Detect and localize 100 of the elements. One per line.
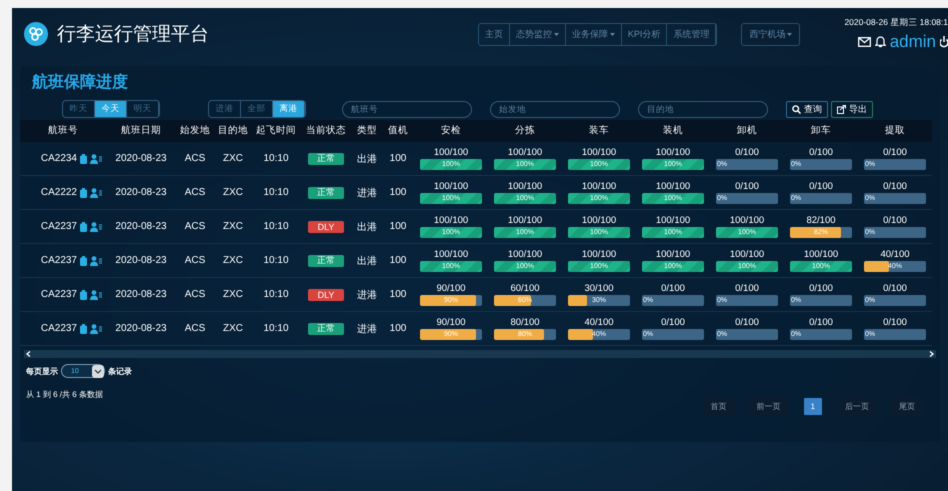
day-tab[interactable]: 明天 (127, 101, 159, 117)
progress-reading: 100/100 (656, 249, 690, 260)
column-header: 类型 (352, 120, 382, 142)
column-header: 航班日期 (106, 120, 176, 142)
progress-reading: 100/100 (656, 181, 690, 192)
status-badge: DLY (308, 288, 344, 300)
page-button[interactable]: 尾页 (892, 398, 922, 415)
table-cell: ACS (176, 278, 214, 312)
progress-reading: 100/100 (434, 147, 468, 158)
person-icon[interactable] (90, 290, 102, 300)
table-cell: ZXC (214, 176, 252, 210)
filter-field[interactable]: 目的地 (638, 100, 768, 118)
progress-reading: 100/100 (508, 181, 542, 192)
progress-reading: 100/100 (656, 147, 690, 158)
nav-item[interactable]: 业务保障 (566, 24, 622, 44)
table-cell: 100 (382, 312, 414, 346)
panel-title: 航班保障进度 (30, 72, 129, 93)
search-icon (792, 104, 801, 114)
progress-reading: 30/100 (584, 283, 614, 294)
table-cell: ZXC (214, 142, 252, 176)
person-icon[interactable] (90, 188, 102, 198)
table-cell: ZXC (214, 312, 252, 346)
progress-reading: 100/100 (804, 249, 838, 260)
person-icon[interactable] (90, 222, 102, 232)
page-size-label: 条记录 (108, 366, 132, 376)
bell-icon[interactable] (874, 35, 886, 48)
column-header: 值机 (382, 120, 414, 142)
column-header: 卸车 (784, 120, 858, 142)
status-badge: 正常 (308, 254, 344, 266)
page-button[interactable]: 首页 (704, 398, 734, 415)
table-cell: 2020-08-23 (106, 142, 176, 176)
nav-item[interactable]: 系统管理 (667, 24, 716, 44)
luggage-icon[interactable] (80, 188, 87, 198)
scroll-right-icon[interactable] (929, 351, 934, 357)
progress-reading: 100/100 (434, 181, 468, 192)
table-cell: ACS (176, 142, 214, 176)
progress-reading: 0/100 (735, 181, 759, 192)
progress-reading: 90/100 (436, 317, 466, 328)
airport-dropdown[interactable]: 西宁机场 (741, 22, 800, 46)
column-header: 安检 (414, 120, 488, 142)
power-icon[interactable] (940, 34, 948, 48)
table-cell: 进港 (352, 176, 382, 210)
direction-tab[interactable]: 进港 (209, 101, 241, 117)
export-icon (837, 104, 846, 114)
table-cell: 进港 (352, 278, 382, 312)
user-name[interactable]: admin (890, 32, 936, 52)
table-cell: 出港 (352, 142, 382, 176)
progress-reading: 0/100 (735, 317, 759, 328)
app-title: 行李运行管理平台 (57, 23, 209, 47)
table-cell: 2020-08-23 (106, 244, 176, 278)
column-header: 卸机 (710, 120, 784, 142)
search-button[interactable]: 查询 (786, 100, 828, 118)
column-header: 始发地 (176, 120, 214, 142)
flight-number: CA2222 (40, 187, 77, 198)
luggage-icon[interactable] (80, 290, 87, 300)
progress-reading: 100/100 (434, 215, 468, 226)
table-cell: ZXC (214, 278, 252, 312)
progress-reading: 100/100 (434, 249, 468, 260)
progress-reading: 100/100 (656, 215, 690, 226)
person-icon[interactable] (90, 324, 102, 334)
nav-item[interactable]: KPI分析 (622, 24, 668, 44)
progress-reading: 0/100 (809, 283, 833, 294)
luggage-icon[interactable] (80, 154, 87, 164)
page-button[interactable]: 前一页 (750, 398, 788, 415)
progress-reading: 0/100 (809, 181, 833, 192)
status-badge: 正常 (308, 322, 344, 334)
table-cell: ZXC (214, 210, 252, 244)
progress-reading: 100/100 (508, 147, 542, 158)
person-icon[interactable] (90, 256, 102, 266)
day-tab[interactable]: 今天 (95, 101, 127, 117)
table-cell: 100 (382, 244, 414, 278)
person-icon[interactable] (90, 154, 102, 164)
horizontal-scrollbar[interactable] (24, 350, 936, 358)
table-cell: 100 (382, 176, 414, 210)
mail-icon[interactable] (858, 36, 871, 46)
page-button[interactable]: 1 (804, 398, 822, 415)
table-cell: 10:10 (252, 278, 300, 312)
luggage-icon[interactable] (80, 256, 87, 266)
direction-tab[interactable]: 离港 (273, 101, 305, 117)
table-cell: ACS (176, 312, 214, 346)
progress-reading: 100/100 (730, 215, 764, 226)
progress-reading: 100/100 (508, 215, 542, 226)
table-cell: 2020-08-23 (106, 312, 176, 346)
page-button[interactable]: 后一页 (838, 398, 876, 415)
flight-number: CA2234 (40, 153, 77, 164)
progress-reading: 100/100 (508, 249, 542, 260)
scroll-left-icon[interactable] (26, 351, 31, 357)
table-cell: ACS (176, 176, 214, 210)
status-badge: DLY (308, 220, 344, 232)
record-summary: 从 1 到 6 /共 6 条数据 (25, 389, 104, 400)
flight-number: CA2237 (40, 255, 77, 266)
luggage-icon[interactable] (80, 222, 87, 232)
export-button[interactable]: 导出 (831, 100, 873, 118)
nav-item[interactable]: 主页 (478, 24, 510, 44)
luggage-icon[interactable] (80, 324, 87, 334)
nav-item[interactable]: 态势监控 (510, 24, 566, 44)
filter-field[interactable]: 始发地 (490, 100, 620, 118)
chevron-down-icon[interactable] (92, 364, 104, 378)
table-cell: 10:10 (252, 244, 300, 278)
filter-field[interactable]: 航班号 (342, 100, 472, 118)
